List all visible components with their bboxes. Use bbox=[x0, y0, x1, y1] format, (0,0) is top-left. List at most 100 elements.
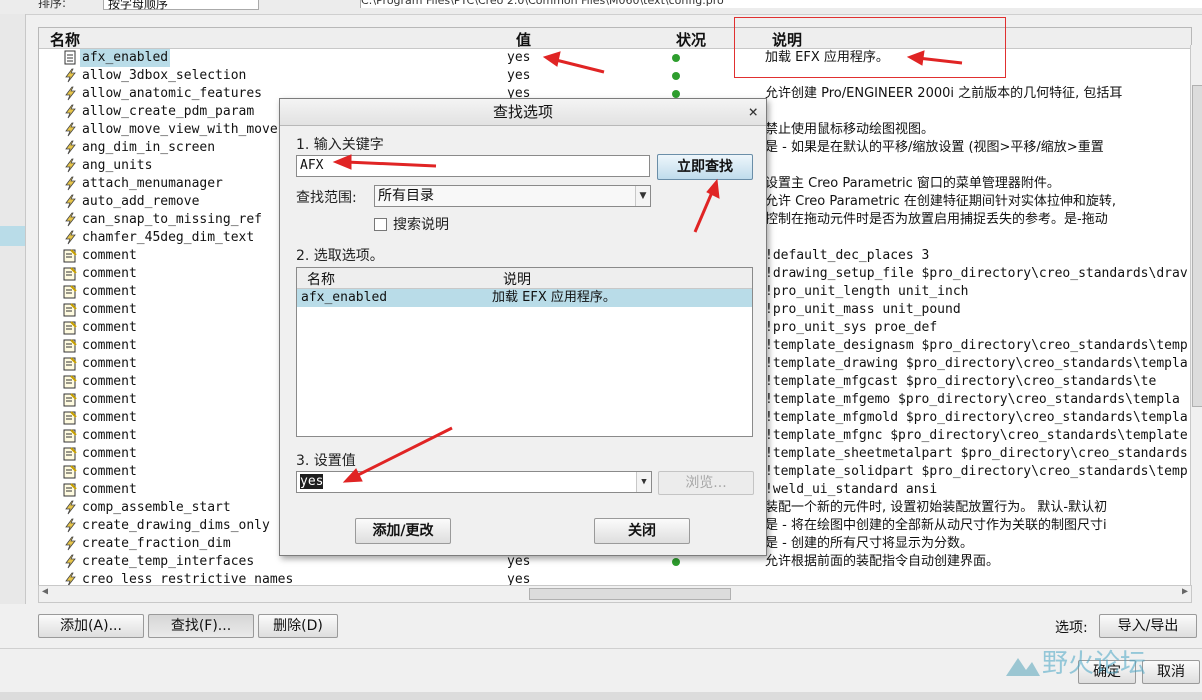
option-name[interactable]: comment bbox=[82, 355, 137, 373]
vertical-scrollbar[interactable] bbox=[1190, 45, 1202, 585]
search-desc-checkbox[interactable] bbox=[374, 218, 387, 231]
note-icon bbox=[63, 338, 77, 353]
browse-button[interactable]: 浏览... bbox=[658, 471, 754, 495]
table-row[interactable]: allow_3dbox_selection yes bbox=[39, 67, 1191, 85]
add-option-button[interactable]: 添加(A)... bbox=[38, 614, 144, 638]
value-field[interactable]: yes ▼ bbox=[296, 471, 652, 493]
option-name[interactable]: create_fraction_dim bbox=[82, 535, 231, 553]
option-name[interactable]: comment bbox=[82, 391, 137, 409]
option-name[interactable]: auto_add_remove bbox=[82, 193, 199, 211]
option-name[interactable]: create_drawing_dims_only bbox=[82, 517, 270, 535]
option-name[interactable]: comment bbox=[82, 301, 137, 319]
dialog-title: 查找选项 bbox=[280, 99, 766, 126]
annotation-highlight-box bbox=[734, 17, 1006, 78]
option-description: !template_drawing $pro_directory\creo_st… bbox=[765, 356, 1188, 371]
value-chevron-down-icon[interactable]: ▼ bbox=[636, 472, 651, 492]
watermark-logo: 野火论坛 bbox=[1006, 649, 1146, 679]
option-name[interactable]: comp_assemble_start bbox=[82, 499, 231, 517]
option-name[interactable]: comment bbox=[82, 463, 137, 481]
note-icon bbox=[63, 248, 77, 263]
find-options-dialog: 查找选项 × 1. 输入关键字 AFX 立即查找 查找范围: 所有目录 ▼ 搜索… bbox=[279, 98, 767, 556]
option-description: !template_designasm $pro_directory\creo_… bbox=[765, 338, 1188, 353]
chevron-down-icon[interactable]: ▼ bbox=[635, 186, 650, 206]
option-name[interactable]: comment bbox=[82, 337, 137, 355]
option-name[interactable]: attach_menumanager bbox=[82, 175, 223, 193]
header-name[interactable]: 名称 bbox=[50, 29, 80, 50]
result-header-name: 名称 bbox=[307, 272, 335, 288]
option-description: !pro_unit_mass unit_pound bbox=[765, 302, 961, 317]
note-icon bbox=[63, 392, 77, 407]
lightning-icon bbox=[63, 158, 77, 173]
scope-label: 查找范围: bbox=[296, 190, 357, 206]
option-name[interactable]: comment bbox=[82, 373, 137, 391]
option-name[interactable]: allow_3dbox_selection bbox=[82, 67, 246, 85]
note-icon bbox=[63, 446, 77, 461]
option-value[interactable]: yes bbox=[507, 49, 530, 67]
close-icon[interactable]: × bbox=[748, 102, 758, 121]
option-description: 装配一个新的元件时, 设置初始装配放置行为。 默认-默认初 bbox=[765, 500, 1108, 515]
table-header: 名称 值 状况 说明 bbox=[39, 28, 1191, 49]
option-description: !template_solidpart $pro_directory\creo_… bbox=[765, 464, 1188, 479]
lightning-icon bbox=[63, 68, 77, 83]
option-name[interactable]: ang_dim_in_screen bbox=[82, 139, 215, 157]
result-header-desc: 说明 bbox=[503, 272, 531, 288]
option-description: 允许根据前面的装配指令自动创建界面。 bbox=[765, 554, 1000, 569]
horizontal-scroll-thumb[interactable] bbox=[529, 588, 731, 600]
header-value[interactable]: 值 bbox=[516, 29, 531, 50]
option-description: 是 - 创建的所有尺寸将显示为分数。 bbox=[765, 536, 973, 551]
scroll-right-icon[interactable]: ▶ bbox=[1182, 586, 1188, 597]
option-description: !template_sheetmetalpart $pro_directory\… bbox=[765, 446, 1188, 461]
option-name[interactable]: afx_enabled bbox=[80, 49, 171, 67]
sort-dropdown[interactable]: 按字母顺序 bbox=[103, 0, 259, 11]
status-dot-icon bbox=[672, 90, 680, 98]
lightning-icon bbox=[63, 86, 77, 101]
lightning-icon bbox=[63, 230, 77, 245]
option-name[interactable]: comment bbox=[82, 445, 137, 463]
option-description: !pro_unit_sys proe_def bbox=[765, 320, 938, 335]
option-name[interactable]: allow_move_view_with_move bbox=[82, 121, 278, 139]
option-name[interactable]: ang_units bbox=[82, 157, 152, 175]
option-description: !template_mfgmold $pro_directory\creo_st… bbox=[765, 410, 1188, 425]
option-name[interactable]: comment bbox=[82, 283, 137, 301]
option-name[interactable]: comment bbox=[82, 427, 137, 445]
watermark-text: 野火论坛 bbox=[1042, 649, 1146, 679]
lightning-icon bbox=[63, 140, 77, 155]
option-name[interactable]: comment bbox=[82, 409, 137, 427]
search-now-button[interactable]: 立即查找 bbox=[657, 154, 753, 180]
find-option-button[interactable]: 查找(F)... bbox=[148, 614, 254, 638]
scope-dropdown[interactable]: 所有目录 ▼ bbox=[374, 185, 651, 207]
option-description: 禁止使用鼠标移动绘图视图。 bbox=[765, 122, 935, 137]
status-dot-icon bbox=[672, 72, 680, 80]
import-export-button[interactable]: 导入/导出 bbox=[1099, 614, 1197, 638]
result-list-header: 名称 说明 bbox=[297, 268, 752, 289]
close-dialog-button[interactable]: 关闭 bbox=[594, 518, 690, 544]
option-description: !drawing_setup_file $pro_directory\creo_… bbox=[765, 266, 1188, 281]
result-row[interactable]: afx_enabled 加载 EFX 应用程序。 bbox=[297, 289, 752, 307]
option-description: 控制在拖动元件时是否为放置启用捕捉丢失的参考。是-拖动 bbox=[765, 212, 1108, 227]
option-value[interactable]: yes bbox=[507, 67, 530, 85]
header-status[interactable]: 状况 bbox=[676, 29, 706, 50]
option-description: !default_dec_places 3 bbox=[765, 248, 930, 263]
lightning-icon bbox=[63, 176, 77, 191]
horizontal-scrollbar[interactable]: ◀ ▶ bbox=[38, 585, 1192, 603]
option-name[interactable]: comment bbox=[82, 265, 137, 283]
option-name[interactable]: comment bbox=[82, 247, 137, 265]
option-name[interactable]: can_snap_to_missing_ref bbox=[82, 211, 262, 229]
vertical-scroll-thumb[interactable] bbox=[1192, 85, 1202, 407]
lightning-icon bbox=[63, 122, 77, 137]
scroll-left-icon[interactable]: ◀ bbox=[42, 586, 48, 597]
note-icon bbox=[63, 464, 77, 479]
option-name[interactable]: create_temp_interfaces bbox=[82, 553, 254, 571]
note-icon bbox=[63, 266, 77, 281]
option-name[interactable]: comment bbox=[82, 319, 137, 337]
table-row[interactable]: afx_enabled yes 加载 EFX 应用程序。 bbox=[39, 49, 1191, 67]
keyword-input[interactable]: AFX bbox=[296, 155, 650, 177]
config-path-field[interactable]: C:\Program Files\PTC\Creo 2.0\Common Fil… bbox=[360, 0, 1202, 8]
option-name[interactable]: chamfer_45deg_dim_text bbox=[82, 229, 254, 247]
note-icon bbox=[63, 374, 77, 389]
option-name[interactable]: comment bbox=[82, 481, 137, 499]
option-name[interactable]: allow_anatomic_features bbox=[82, 85, 262, 103]
add-change-button[interactable]: 添加/更改 bbox=[355, 518, 451, 544]
option-name[interactable]: allow_create_pdm_param bbox=[82, 103, 254, 121]
delete-option-button[interactable]: 删除(D) bbox=[258, 614, 338, 638]
